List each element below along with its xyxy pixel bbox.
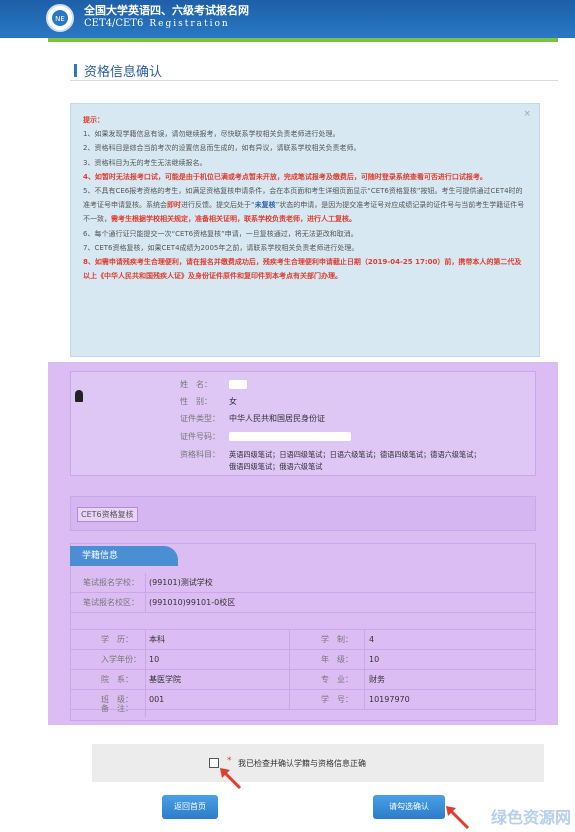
tab-school-info[interactable]: 学籍信息 [70,546,178,566]
back-home-button[interactable]: 返回首页 [162,795,218,819]
dept-label: 院 系： [101,675,133,684]
profile-subjects-label: 资格科目： [180,450,220,459]
profile-subjects-line2: 俄语四级笔试；俄语六级笔试 [229,462,323,471]
grade-label: 年 级： [321,655,353,664]
notice-item-1: 1、如果发现学籍信息有误，请勿继续报考，尽快联系学校相关负责老师进行处理。 [83,130,340,139]
row-divider [145,703,146,717]
profile-idno-mask [229,432,351,441]
row-remark: 备 注： [71,703,535,717]
cet6-review-bar: CET6资格复核 [70,496,536,531]
remark-label: 备 注： [101,704,133,713]
row-degree: 学 历： 本科 学 制： 4 [71,630,535,650]
row-spacer [71,613,535,630]
row-year: 入学年份： 10 年 级： 10 [71,650,535,670]
school-value: (99101)测试学校 [149,578,213,587]
notice-item-5: 5、不具有CE6报考资格的考生，如满足资格复核申请条件，会在本页面和考生详细页面… [83,184,527,227]
row-divider [364,630,365,649]
grade-value: 10 [369,655,380,664]
site-header: NE 全国大学英语四、六级考试报名网 CET4/CET6 Registration [0,0,575,38]
major-value: 财务 [369,675,385,684]
notice-item-5-f: ”状态的申请，是因为提交 [275,201,357,210]
profile-idno-label: 证件号码： [180,432,220,441]
row-divider [145,650,146,669]
arrow-icon [220,768,242,790]
row-divider [289,670,290,689]
campus-value: (991010)99101-0校区 [149,598,236,607]
site-title: 全国大学英语四、六级考试报名网 [84,4,249,17]
site-subtitle: CET4/CET6 Registration [84,18,230,30]
notice-panel: × 提示： 1、如果发现学籍信息有误，请勿继续报考，尽快联系学校相关负责老师进行… [70,103,540,357]
page-title-bar: 资格信息确认 [70,60,558,81]
notice-item-8: 8、如需申请残疾考生合理便利，请在报名并缴费成功后，残疾考生合理便利申请截止日期… [83,258,522,281]
profile-gender-label: 性 别： [180,397,212,406]
major-label: 专 业： [321,675,353,684]
degree-label: 学 历： [101,635,133,644]
notice-item-6: 6、每个通行证只能提交一次“CET6资格复核”申请，一旦复核通过，将无法更改和取… [83,229,358,238]
profile-idtype-label: 证件类型： [180,414,220,423]
profile-name: 姓 名： [180,379,247,390]
confirm-label[interactable]: 我已检查并确认学籍与资格信息正确 [238,758,366,769]
svg-text:NE: NE [55,15,65,23]
site-subtitle-reg: Registration [149,19,230,29]
profile-subjects-value: 英语四级笔试；日语四级笔试；日语六级笔试；德语四级笔试；德语六级笔试； 俄语四级笔… [229,449,529,473]
notice-heading: 提示： [83,116,104,124]
row-campus: 笔试报名校区： (991010)99101-0校区 [71,593,535,613]
system-value: 4 [369,635,375,644]
profile-gender-value: 女 [229,397,237,406]
page-title: 资格信息确认 [84,65,163,80]
profile-idtype-value: 中华人民共和国居民身份证 [229,414,325,423]
notice-item-2: 2、资格科目是综合当前考次的设置信息而生成的，如有异议，请联系学校相关负责老师。 [83,144,361,153]
degree-value: 本科 [149,635,165,644]
dept-value: 基医学院 [149,675,181,684]
notice-item-5-d: 进行反馈。提交后处于“ [181,201,255,210]
cet6-review-button[interactable]: CET6资格复核 [77,507,138,522]
notice-item-5-e: 未复核 [254,201,276,210]
row-divider [364,650,365,669]
year-value: 10 [149,655,160,664]
row-divider [289,650,290,669]
profile-name-mask [229,380,247,389]
row-divider [289,630,290,649]
notice-close-icon[interactable]: × [523,107,531,121]
row-divider [145,593,146,612]
profile-name-label: 姓 名： [180,380,212,389]
next-confirm-button[interactable]: 请勾选确认 [373,795,445,819]
system-label: 学 制： [321,635,353,644]
arrow-icon [446,806,470,830]
school-label: 笔试报名学校： [83,578,139,587]
profile-gender: 性 别： 女 [180,396,237,407]
profile-idtype: 证件类型： 中华人民共和国居民身份证 [180,413,325,424]
campus-label: 笔试报名校区： [83,598,139,607]
row-divider [364,670,365,689]
watermark: 绿色资源网 [490,808,571,827]
site-subtitle-en: CET4/CET6 [84,18,144,29]
avatar-icon [75,390,83,402]
row-school: 笔试报名学校： (99101)测试学校 [71,573,535,593]
row-divider [145,630,146,649]
header-accent-bar [48,38,558,42]
notice-item-5-a: 5、不具有CE6报考资格的考生，如满足资格复核申请条件，会在本页面和考生详细页面… [83,187,442,196]
notice-item-3: 3、资格科目为无的考生无法继续报名。 [83,158,207,167]
row-dept: 院 系： 基医学院 专 业： 财务 [71,670,535,690]
profile-subjects: 资格科目： 英语四级笔试；日语四级笔试；日语六级笔试；德语四级笔试；德语六级笔试；… [180,449,532,473]
notice-item-4: 4、如暂时无法报考口试，可能是由于机位已满或考点暂未开放，完成笔试报考及缴费后，… [83,172,487,181]
profile-idno: 证件号码： [180,431,351,442]
notice-item-5-c: 即时 [167,201,181,210]
notice-item-7: 7、CET6资格复核，如果CET4成绩为2005年之前，请联系学校相关负责老师进… [83,243,359,252]
site-logo-icon: NE [46,4,74,32]
row-divider [145,573,146,592]
row-divider [145,670,146,689]
profile-subjects-line1: 英语四级笔试；日语四级笔试；日语六级笔试；德语四级笔试；德语六级笔试； [229,450,481,459]
notice-item-5-h: 需考生根据学校相关规定，准备相关证明，联系学校负责老师，进行人工复核。 [111,215,356,224]
year-label: 入学年份： [101,655,141,664]
required-star: * [227,756,232,766]
